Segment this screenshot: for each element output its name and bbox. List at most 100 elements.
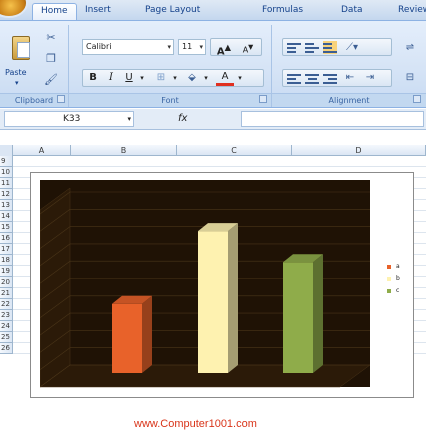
- fill-color-icon[interactable]: ⬙: [183, 70, 201, 86]
- ribbon: Paste ▾ ✂ ❐ 🖌 Clipboard Calibri ▾ 11 ▾ A…: [0, 20, 426, 108]
- tab-page-layout[interactable]: Page Layout: [145, 3, 200, 20]
- legend-swatch: [387, 288, 391, 293]
- copy-icon[interactable]: ❐: [44, 52, 58, 66]
- chevron-down-icon[interactable]: ▾: [202, 70, 210, 86]
- row-header-23[interactable]: 23: [0, 310, 13, 321]
- row-header-19[interactable]: 19: [0, 266, 13, 277]
- paste-button[interactable]: [8, 32, 34, 64]
- formula-input[interactable]: [241, 111, 424, 127]
- bold-button[interactable]: B: [86, 70, 100, 86]
- borders-icon[interactable]: ⊞: [152, 70, 170, 86]
- name-box-value: K33: [63, 114, 81, 124]
- gridline: [13, 166, 426, 167]
- column-header-a[interactable]: A: [13, 145, 71, 156]
- font-size-select[interactable]: 11 ▾: [178, 39, 206, 55]
- align-middle-icon[interactable]: [305, 41, 319, 54]
- column-header-d[interactable]: D: [292, 145, 426, 156]
- chevron-down-icon: ▾: [167, 43, 171, 51]
- font-color-label: A: [221, 71, 229, 82]
- decrease-indent-icon[interactable]: ⇤: [342, 70, 358, 86]
- row-header-13[interactable]: 13: [0, 200, 13, 211]
- tab-data[interactable]: Data: [341, 3, 363, 20]
- italic-button[interactable]: I: [104, 70, 118, 86]
- ribbon-tab-bar: Home Insert Page Layout Formulas Data Re…: [0, 0, 426, 20]
- row-header-9[interactable]: 9: [0, 156, 13, 167]
- underline-button[interactable]: U: [122, 70, 136, 86]
- paper-icon: [17, 42, 30, 58]
- paste-dropdown-icon[interactable]: ▾: [15, 79, 19, 87]
- format-painter-icon[interactable]: 🖌: [44, 73, 58, 87]
- row-header-20[interactable]: 20: [0, 277, 13, 288]
- tab-formulas[interactable]: Formulas: [262, 3, 303, 20]
- font-name-value: Calibri: [86, 42, 112, 51]
- font-group-label: Font: [69, 93, 271, 107]
- row-header-12[interactable]: 12: [0, 189, 13, 200]
- side-wall: [40, 187, 71, 388]
- bar-side-b: [228, 223, 238, 373]
- legend-item-a: a: [387, 263, 400, 271]
- row-header-17[interactable]: 17: [0, 244, 13, 255]
- column-header-bar: A B C D: [0, 145, 426, 156]
- cut-icon[interactable]: ✂: [44, 31, 58, 45]
- legend-label: c: [396, 287, 400, 294]
- row-header-14[interactable]: 14: [0, 211, 13, 222]
- insert-function-button[interactable]: fx: [136, 110, 240, 128]
- alignment-group-label: Alignment: [272, 93, 426, 107]
- select-all-corner[interactable]: [0, 145, 13, 156]
- bar-b: [198, 231, 228, 373]
- row-header-15[interactable]: 15: [0, 222, 13, 233]
- orientation-icon[interactable]: ⟋▾: [340, 40, 364, 56]
- align-top-icon[interactable]: [287, 41, 301, 54]
- chevron-down-icon[interactable]: ▾: [171, 70, 179, 86]
- legend-label: a: [396, 263, 400, 270]
- row-header-10[interactable]: 10: [0, 167, 13, 178]
- row-header-18[interactable]: 18: [0, 255, 13, 266]
- align-right-icon[interactable]: [323, 72, 337, 85]
- column-header-b[interactable]: B: [71, 145, 177, 156]
- shrink-font-button[interactable]: A▼: [238, 39, 258, 55]
- chevron-down-icon[interactable]: ▾: [138, 70, 146, 86]
- row-header-21[interactable]: 21: [0, 288, 13, 299]
- wrap-text-icon[interactable]: ⇌: [402, 40, 418, 56]
- alignment-launcher-icon[interactable]: [413, 95, 421, 103]
- tab-review[interactable]: Review: [398, 3, 426, 20]
- chart-plot-area[interactable]: [40, 180, 376, 390]
- legend-item-c: c: [387, 287, 399, 295]
- font-color-button[interactable]: A: [216, 70, 234, 86]
- paste-label: Paste: [5, 68, 27, 77]
- align-center-icon[interactable]: [305, 72, 319, 85]
- bar-a: [112, 303, 142, 373]
- bar-side-c: [313, 254, 323, 373]
- row-header-11[interactable]: 11: [0, 178, 13, 189]
- increase-indent-icon[interactable]: ⇥: [362, 70, 378, 86]
- bar-c: [283, 262, 313, 373]
- legend-swatch: [387, 264, 391, 269]
- font-size-value: 11: [182, 42, 193, 51]
- legend-item-b: b: [387, 275, 400, 283]
- merge-cells-icon[interactable]: ⊟: [402, 70, 418, 86]
- align-bottom-icon[interactable]: [323, 41, 337, 54]
- row-header-16[interactable]: 16: [0, 233, 13, 244]
- chevron-down-icon: ▾: [127, 115, 131, 123]
- clipboard-launcher-icon[interactable]: [57, 95, 65, 103]
- bar-side-a: [142, 295, 152, 373]
- row-header-24[interactable]: 24: [0, 321, 13, 332]
- row-header-22[interactable]: 22: [0, 299, 13, 310]
- office-button[interactable]: [0, 0, 26, 16]
- watermark-text: www.Computer1001.com: [134, 418, 257, 430]
- tab-home[interactable]: Home: [32, 3, 77, 20]
- row-header-25[interactable]: 25: [0, 332, 13, 343]
- grow-font-button[interactable]: A▲: [214, 39, 234, 57]
- column-header-c[interactable]: C: [177, 145, 292, 156]
- formula-bar: K33 ▾ fx: [0, 109, 426, 130]
- font-name-select[interactable]: Calibri ▾: [82, 39, 174, 55]
- tab-insert[interactable]: Insert: [85, 3, 111, 20]
- chevron-down-icon[interactable]: ▾: [236, 70, 244, 86]
- row-header-26[interactable]: 26: [0, 343, 13, 354]
- legend-swatch: [387, 276, 391, 281]
- chevron-down-icon: ▾: [199, 43, 203, 51]
- font-launcher-icon[interactable]: [259, 95, 267, 103]
- fx-icon: fx: [178, 113, 188, 124]
- align-left-icon[interactable]: [287, 72, 301, 85]
- name-box[interactable]: K33 ▾: [4, 111, 134, 127]
